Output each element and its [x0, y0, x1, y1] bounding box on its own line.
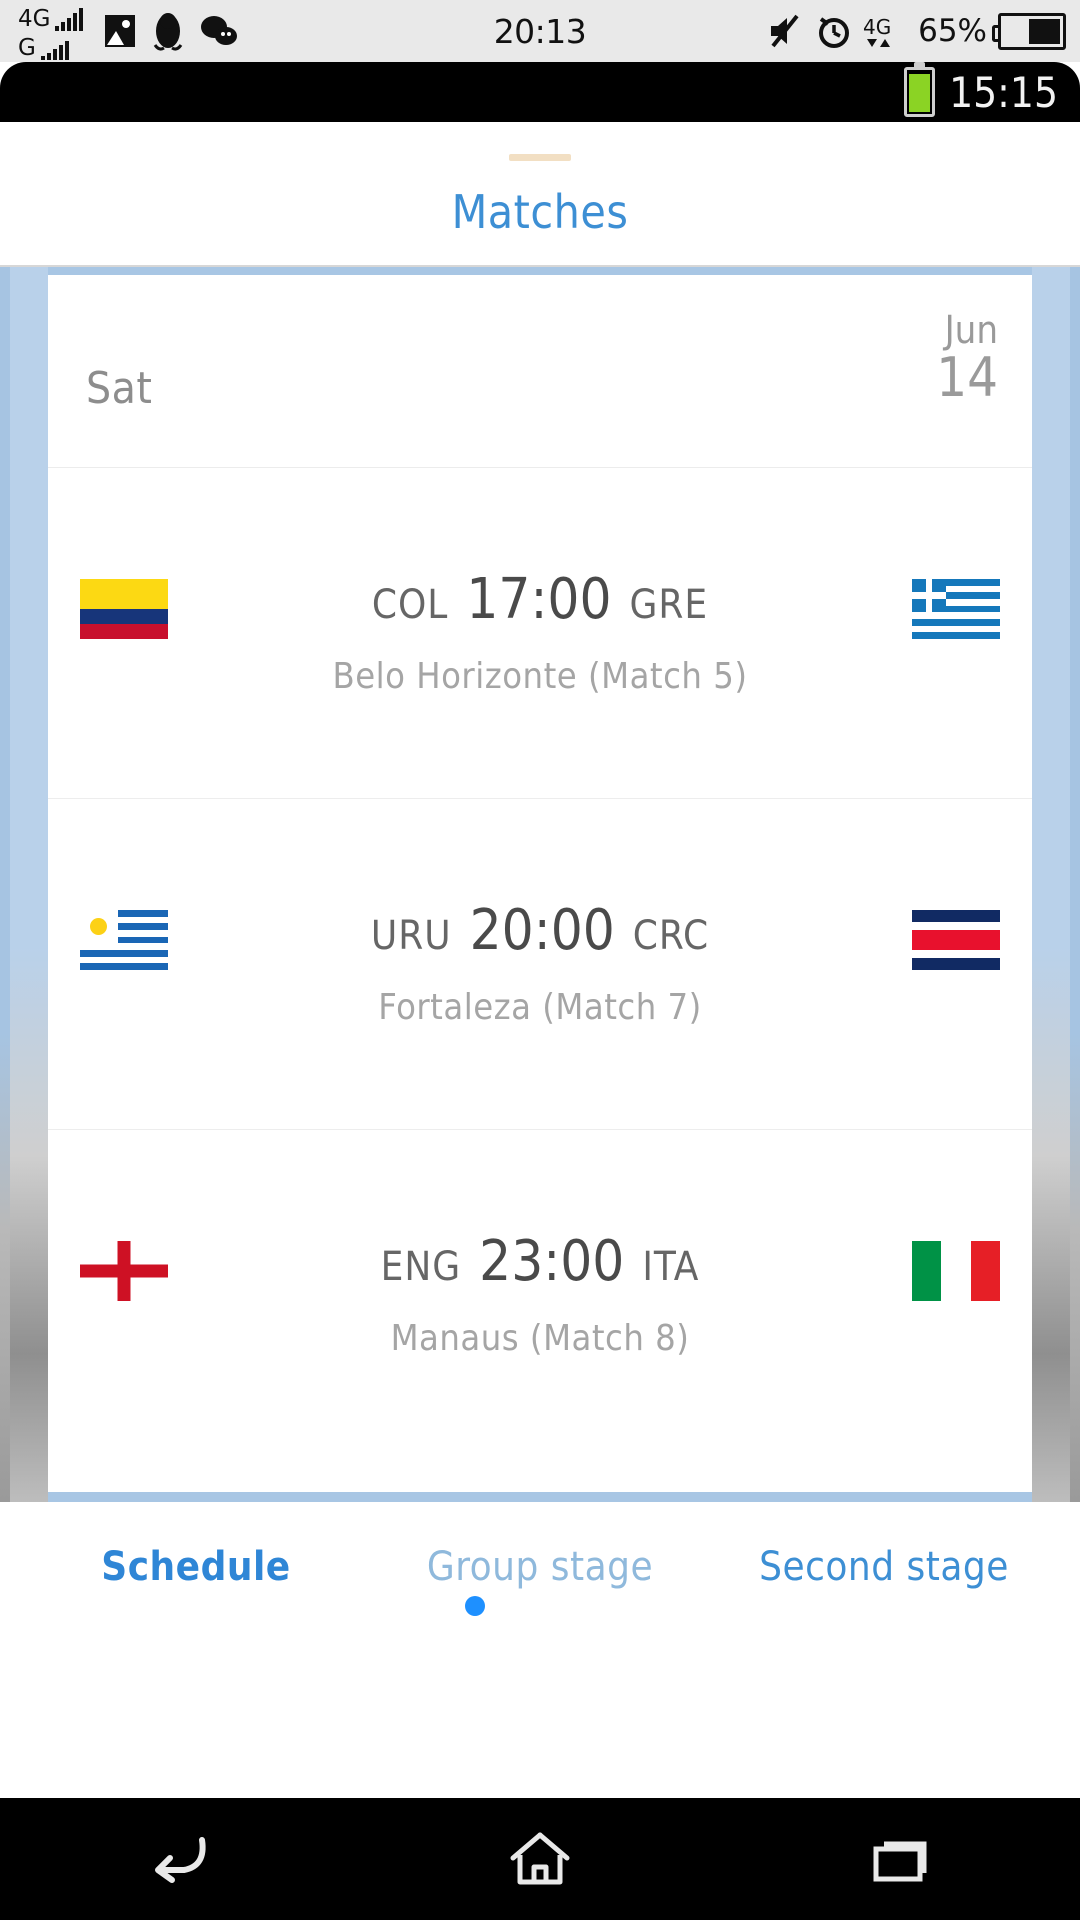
home-button[interactable] [480, 1798, 600, 1920]
away-team-code: CRC [632, 913, 710, 959]
device-status-bar: 15:15 [0, 62, 1080, 122]
back-icon [155, 1837, 206, 1883]
match-time: 17:00 [466, 567, 612, 632]
match-teams: ENG 23:00 ITA [48, 1229, 1032, 1294]
day-month: Jun [944, 308, 998, 352]
app-header: Matches [0, 122, 1080, 267]
home-team-code: URU [370, 913, 452, 959]
data-transfer-icon: 4G [863, 15, 891, 47]
host-status-bar: 4G G 20:13 4G 65% [0, 0, 1080, 62]
frame-gutter-left [10, 267, 48, 1502]
page-indicator-dot [465, 1596, 485, 1616]
tab-group-stage[interactable]: Group stage [368, 1544, 712, 1590]
app-container: Matches Sat Jun 14 COL 17:00 GRE Belo Ho… [0, 122, 1080, 1798]
match-info: COL 17:00 GRE Belo Horizonte (Match 5) [48, 567, 1032, 697]
home-team-code: ENG [380, 1244, 462, 1290]
greece-flag-icon [912, 579, 1000, 639]
android-nav-bar [0, 1798, 1080, 1920]
match-info: ENG 23:00 ITA Manaus (Match 8) [48, 1229, 1032, 1359]
day-header: Sat Jun 14 [48, 275, 1032, 468]
away-team-code: GRE [629, 582, 709, 628]
frame-edge-right [1070, 267, 1080, 1502]
recents-icon [873, 1841, 927, 1882]
tab-second-stage[interactable]: Second stage [712, 1544, 1056, 1590]
frame-gutter-right [1032, 267, 1070, 1502]
match-venue: Belo Horizonte (Match 5) [332, 656, 748, 697]
scrolled-accent-strip [509, 154, 571, 161]
match-list-frame: Sat Jun 14 COL 17:00 GRE Belo Horizonte … [0, 267, 1080, 1502]
match-teams: COL 17:00 GRE [48, 567, 1032, 632]
match-row[interactable]: ENG 23:00 ITA Manaus (Match 8) [48, 1130, 1032, 1460]
home-icon [510, 1832, 570, 1885]
italy-flag-icon [912, 1241, 1000, 1301]
day-weekday: Sat [86, 363, 153, 414]
recents-button[interactable] [840, 1798, 960, 1920]
device-battery-icon [904, 62, 936, 117]
frame-edge-left [0, 267, 10, 1502]
away-flag [912, 910, 1000, 970]
mute-icon [771, 14, 799, 48]
day-date: Jun 14 [936, 311, 998, 405]
bottom-tab-bar: Schedule Group stage Second stage [0, 1502, 1080, 1632]
away-team-code: ITA [642, 1244, 700, 1290]
match-time: 23:00 [479, 1229, 625, 1294]
tab-schedule[interactable]: Schedule [24, 1544, 368, 1590]
match-list[interactable]: Sat Jun 14 COL 17:00 GRE Belo Horizonte … [48, 275, 1032, 1492]
device-clock: 15:15 [949, 67, 1058, 117]
match-info: URU 20:00 CRC Fortaleza (Match 7) [48, 898, 1032, 1028]
costa-rica-flag-icon [912, 910, 1000, 970]
home-team-code: COL [371, 582, 449, 628]
svg-text:4G: 4G [863, 15, 891, 39]
page-title: Matches [451, 185, 629, 239]
page-indicator [0, 1596, 1080, 1616]
match-teams: URU 20:00 CRC [48, 898, 1032, 963]
match-time: 20:00 [469, 898, 615, 963]
device-status-right: 15:15 [904, 62, 1058, 122]
host-status-right: 4G 65% [767, 0, 1066, 62]
battery-percent-label: 65% [918, 13, 987, 49]
day-number: 14 [936, 345, 998, 409]
alarm-icon [819, 17, 850, 48]
away-flag [912, 1241, 1000, 1301]
match-venue: Fortaleza (Match 7) [378, 987, 702, 1028]
back-button[interactable] [120, 1798, 240, 1920]
away-flag [912, 579, 1000, 639]
battery-icon [992, 12, 1066, 50]
match-row[interactable]: URU 20:00 CRC Fortaleza (Match 7) [48, 799, 1032, 1130]
match-venue: Manaus (Match 8) [390, 1318, 690, 1359]
match-row[interactable]: COL 17:00 GRE Belo Horizonte (Match 5) [48, 468, 1032, 799]
